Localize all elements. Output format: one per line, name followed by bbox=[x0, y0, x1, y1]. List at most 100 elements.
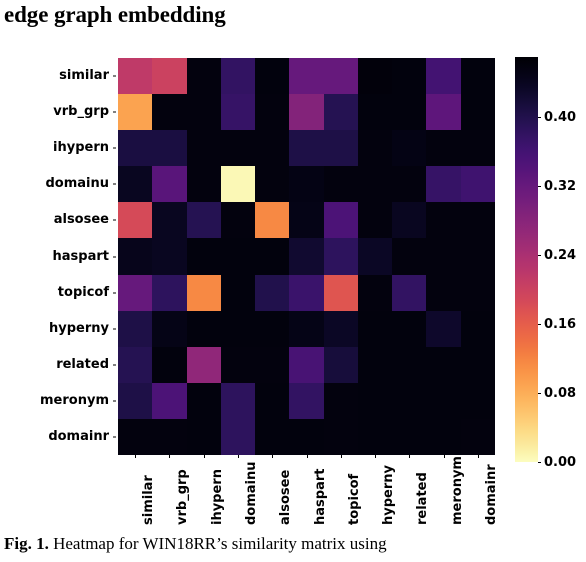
heatmap-cell bbox=[323, 418, 358, 455]
heatmap-cell bbox=[460, 274, 495, 311]
heatmap-cell bbox=[426, 238, 461, 275]
heatmap-cell bbox=[357, 310, 393, 347]
heatmap-cell bbox=[460, 166, 495, 203]
y-axis-tick-mark bbox=[113, 328, 116, 330]
heatmap-cell bbox=[152, 346, 187, 383]
y-axis-tick-mark bbox=[113, 436, 116, 438]
y-axis-tick-label: ihypern bbox=[53, 140, 109, 156]
heatmap-cell bbox=[289, 94, 324, 131]
y-axis-tick-label: alsosee bbox=[53, 212, 109, 228]
heatmap-cell bbox=[357, 418, 393, 455]
heatmap-cell bbox=[255, 418, 290, 455]
heatmap-cell bbox=[152, 94, 187, 131]
x-axis-tick-mark bbox=[203, 455, 205, 458]
caption-text: Heatmap for WIN18RR’s similarity matrix … bbox=[48, 534, 387, 553]
heatmap-cell bbox=[426, 382, 461, 419]
colorbar-tick-label: 0.40 bbox=[544, 110, 577, 126]
heatmap-cell bbox=[152, 274, 187, 311]
y-axis-tick-mark bbox=[113, 292, 116, 294]
heatmap-cell bbox=[186, 274, 221, 311]
colorbar-tick-mark bbox=[538, 324, 541, 326]
heatmap-cell bbox=[460, 418, 495, 455]
heatmap-cell bbox=[289, 202, 324, 239]
heatmap-cell bbox=[152, 58, 187, 95]
heatmap-cell bbox=[289, 130, 324, 167]
heatmap-cell bbox=[255, 310, 290, 347]
x-axis-tick-label: domainr bbox=[483, 464, 499, 525]
heatmap-cell bbox=[357, 94, 393, 131]
heatmap-cell bbox=[118, 238, 153, 275]
x-axis-tick-label: domainu bbox=[243, 461, 259, 525]
x-axis-tick-label: topicof bbox=[346, 473, 362, 525]
heatmap-cell bbox=[392, 202, 427, 239]
heatmap-cell bbox=[186, 346, 221, 383]
heatmap-cell bbox=[323, 346, 358, 383]
y-axis-tick-mark bbox=[113, 147, 116, 149]
heatmap-cell bbox=[118, 130, 153, 167]
colorbar-gradient bbox=[515, 57, 538, 462]
x-axis-tick-label: hyperny bbox=[381, 465, 397, 525]
x-axis-tick-mark bbox=[443, 455, 445, 458]
heatmap-cell bbox=[392, 274, 427, 311]
colorbar-tick-mark bbox=[538, 255, 541, 257]
heatmap-cell bbox=[186, 418, 221, 455]
heatmap-cell bbox=[323, 166, 358, 203]
heatmap-cell bbox=[220, 238, 256, 275]
heatmap-cell bbox=[289, 382, 324, 419]
colorbar-tick-mark bbox=[538, 462, 541, 463]
heatmap-cell bbox=[323, 310, 358, 347]
heatmap-cell bbox=[152, 310, 187, 347]
heatmap-cell bbox=[426, 58, 461, 95]
heatmap-cell bbox=[289, 58, 324, 95]
x-axis-tick-mark bbox=[409, 455, 411, 458]
heatmap-cell bbox=[220, 418, 256, 455]
y-axis-tick-mark bbox=[113, 75, 116, 77]
x-axis-tick-mark bbox=[237, 455, 239, 458]
heatmap-cell bbox=[460, 130, 495, 167]
heatmap-cell bbox=[323, 238, 358, 275]
heatmap-cell bbox=[357, 274, 393, 311]
heatmap-cell bbox=[118, 418, 153, 455]
heatmap-figure: similar vrb_grp ihypern domainu alsosee haspa… bbox=[0, 40, 586, 530]
heatmap-cell bbox=[152, 418, 187, 455]
x-axis-tick-mark bbox=[306, 455, 308, 458]
heatmap-cell bbox=[186, 238, 221, 275]
heatmap-cell bbox=[186, 58, 221, 95]
heatmap-cell bbox=[118, 310, 153, 347]
heatmap-cell bbox=[323, 382, 358, 419]
figure-caption: Fig. 1. Heatmap for WIN18RR’s similarity… bbox=[4, 534, 582, 554]
x-axis-tick-label: vrb_grp bbox=[175, 469, 191, 525]
heatmap-cell bbox=[392, 58, 427, 95]
colorbar-tick-label: 0.24 bbox=[544, 248, 577, 264]
x-axis-tick-label: related bbox=[415, 472, 431, 525]
heatmap-cell bbox=[289, 418, 324, 455]
colorbar-tick-label: 0.16 bbox=[544, 317, 577, 333]
heatmap-cell bbox=[426, 166, 461, 203]
heatmap-cell bbox=[392, 238, 427, 275]
y-axis-tick-mark bbox=[113, 219, 116, 221]
heatmap-cell bbox=[323, 58, 358, 95]
y-axis-tick-label: topicof bbox=[57, 284, 109, 300]
x-axis-tick-label: ihypern bbox=[209, 469, 225, 525]
heatmap-cell bbox=[426, 346, 461, 383]
y-axis-tick-mark bbox=[113, 364, 116, 366]
heatmap-cell bbox=[152, 166, 187, 203]
heatmap-cell bbox=[426, 418, 461, 455]
heatmap-cell bbox=[460, 58, 495, 95]
x-axis-tick-mark bbox=[272, 455, 274, 458]
y-axis-tick-label: meronym bbox=[40, 392, 109, 408]
heatmap-cell bbox=[289, 310, 324, 347]
y-axis-tick-label: domainr bbox=[48, 428, 109, 444]
heatmap-cell bbox=[460, 94, 495, 131]
x-axis-tick-mark bbox=[477, 455, 479, 458]
heatmap-cell bbox=[186, 94, 221, 131]
heatmap-cell bbox=[392, 94, 427, 131]
colorbar-tick-label: 0.08 bbox=[544, 386, 577, 402]
colorbar-tick-label: 0.00 bbox=[544, 455, 577, 470]
heatmap-cell bbox=[392, 166, 427, 203]
heatmap-cell bbox=[220, 382, 256, 419]
y-axis-tick-mark bbox=[113, 183, 116, 185]
y-axis-tick-mark bbox=[113, 400, 116, 402]
heatmap-cell bbox=[323, 130, 358, 167]
heatmap-cell bbox=[186, 382, 221, 419]
